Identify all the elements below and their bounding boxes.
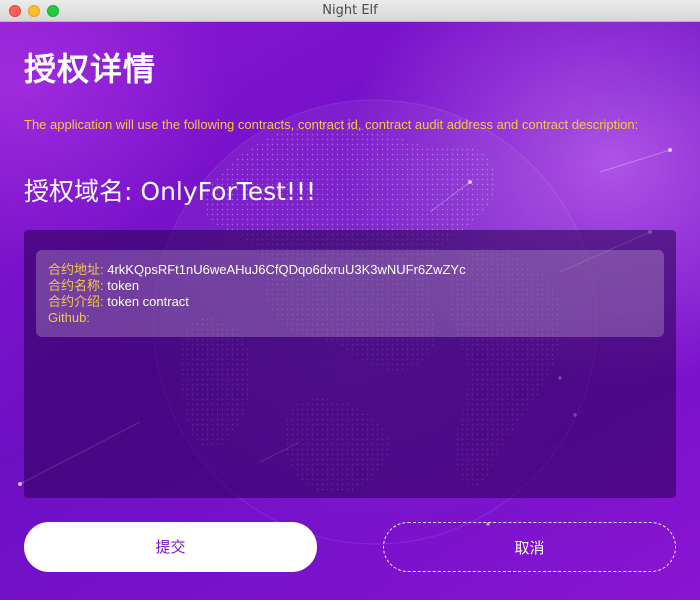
authorized-domain: 授权域名: OnlyForTest!!!	[24, 172, 316, 208]
contract-address-label: 合约地址:	[48, 262, 104, 277]
permissions-description: The application will use the following c…	[24, 117, 639, 132]
contract-address-value: 4rkKQpsRFt1nU6weAHuJ6CfQDqo6dxruU3K3wNUF…	[107, 262, 466, 277]
contract-intro-row: 合约介绍: token contract	[48, 294, 652, 310]
contract-card: 合约地址: 4rkKQpsRFt1nU6weAHuJ6CfQDqo6dxruU3…	[36, 250, 664, 337]
page-title: 授权详情	[24, 50, 157, 88]
domain-value: OnlyForTest!!!	[140, 177, 317, 206]
contracts-panel[interactable]: 合约地址: 4rkKQpsRFt1nU6weAHuJ6CfQDqo6dxruU3…	[24, 230, 676, 498]
contract-name-label: 合约名称:	[48, 278, 104, 293]
window-title: Night Elf	[322, 3, 378, 18]
contract-github-row: Github:	[48, 310, 652, 326]
contract-name-row: 合约名称: token	[48, 278, 652, 294]
contract-address-row: 合约地址: 4rkKQpsRFt1nU6weAHuJ6CfQDqo6dxruU3…	[48, 262, 652, 278]
app-window: Night Elf 授权详情 The application will use …	[0, 0, 700, 600]
contract-name-value: token	[107, 278, 140, 293]
main-content: 授权详情 The application will use the follow…	[0, 22, 700, 600]
cancel-button[interactable]: 取消	[383, 522, 676, 572]
contract-intro-value: token contract	[107, 294, 189, 309]
domain-label: 授权域名:	[24, 177, 133, 206]
contract-github-label: Github:	[48, 310, 90, 325]
submit-button[interactable]: 提交	[24, 522, 317, 572]
contract-intro-label: 合约介绍:	[48, 294, 104, 309]
title-bar[interactable]: Night Elf	[0, 0, 700, 22]
